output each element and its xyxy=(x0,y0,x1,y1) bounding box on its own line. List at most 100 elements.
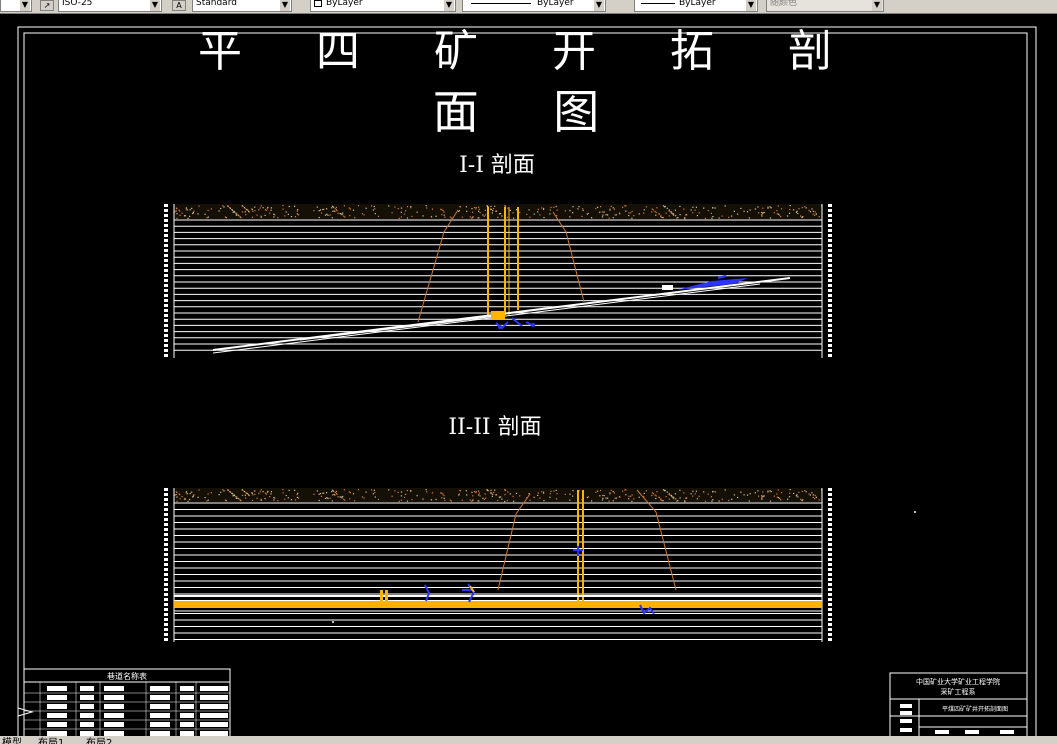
soil-dot xyxy=(776,213,778,215)
soil-dot xyxy=(553,206,555,208)
soil-dot xyxy=(569,210,571,212)
side-tick xyxy=(164,334,168,337)
side-tick xyxy=(828,523,832,526)
soil-dot xyxy=(458,494,460,496)
table-cell xyxy=(104,686,124,691)
section1-profile xyxy=(164,204,832,358)
side-tick xyxy=(828,503,832,506)
soil-dot xyxy=(595,207,597,210)
soil-dot xyxy=(769,500,772,502)
soil-dot xyxy=(769,490,771,492)
soil-dot xyxy=(316,490,318,492)
section2-feature xyxy=(385,590,388,602)
soil-dot xyxy=(335,206,337,209)
table-cell xyxy=(180,713,194,718)
soil-dot xyxy=(711,500,713,502)
soil-dot xyxy=(469,216,471,218)
dimstyle-dropdown[interactable]: ISO-25 ▼ xyxy=(58,0,162,12)
soil-dot xyxy=(607,214,609,216)
soil-dot xyxy=(266,208,269,210)
lineweight-dropdown[interactable]: ByLayer ▼ xyxy=(634,0,758,12)
side-tick xyxy=(828,324,832,327)
soil-dot xyxy=(643,212,645,214)
textstyle-dropdown[interactable]: Standard ▼ xyxy=(192,0,292,12)
side-tick xyxy=(164,543,168,546)
soil-dot xyxy=(654,210,656,213)
soil-dot xyxy=(398,500,400,502)
table-cell xyxy=(80,704,94,709)
soil-dot xyxy=(349,208,351,210)
soil-dot xyxy=(262,207,264,209)
soil-dot xyxy=(478,210,480,212)
soil-dot xyxy=(472,211,474,213)
linetype-dropdown[interactable]: ByLayer ▼ xyxy=(462,0,606,12)
soil-dot xyxy=(394,490,396,492)
soil-dot xyxy=(671,496,673,498)
soil-dot xyxy=(400,207,403,209)
soil-dot xyxy=(294,499,297,501)
soil-dot xyxy=(550,206,552,209)
soil-dot xyxy=(509,493,511,495)
soil-dot xyxy=(290,216,293,218)
chevron-down-icon: ▼ xyxy=(150,0,160,11)
soil-dot xyxy=(677,217,679,219)
toolbar-dropdown-partial[interactable]: ▼ xyxy=(0,0,32,12)
soil-dot xyxy=(232,495,234,497)
soil-dot xyxy=(333,210,335,212)
soil-dot xyxy=(569,493,571,495)
soil-dot xyxy=(595,491,597,493)
soil-dot xyxy=(556,493,558,495)
soil-dot xyxy=(284,215,286,217)
soil-dot xyxy=(661,499,663,502)
soil-dot xyxy=(809,211,811,213)
soil-dot xyxy=(478,208,480,210)
soil-dot xyxy=(248,494,250,497)
soil-dot xyxy=(619,213,621,215)
soil-dot xyxy=(469,499,471,501)
soil-dot xyxy=(475,492,477,494)
side-tick xyxy=(164,583,168,586)
soil-dot xyxy=(672,213,674,215)
soil-dot xyxy=(443,214,445,216)
dimension-style-icon[interactable]: ↗ xyxy=(40,0,54,11)
side-tick xyxy=(164,204,168,207)
soil-dot xyxy=(198,489,200,491)
soil-dot xyxy=(269,212,271,214)
soil-dot xyxy=(743,210,745,212)
soil-dot xyxy=(269,496,271,498)
layout-tab-layout1[interactable]: 布局1 xyxy=(38,736,64,744)
layer-color-dropdown[interactable]: ByLayer ▼ xyxy=(310,0,456,12)
soil-dot xyxy=(282,208,284,210)
side-tick xyxy=(828,588,832,591)
soil-dot xyxy=(761,211,763,214)
soil-dot xyxy=(506,216,508,218)
soil-dot xyxy=(679,205,681,207)
soil-dot xyxy=(655,214,657,216)
soil-dot xyxy=(556,498,558,500)
side-tick xyxy=(164,284,168,287)
soil-dot xyxy=(318,499,320,502)
plotstyle-dropdown[interactable]: 随颜色 ▼ xyxy=(766,0,884,12)
layout-tab-model[interactable]: 模型 xyxy=(2,736,22,744)
side-tick xyxy=(828,538,832,541)
section1-fault-left xyxy=(417,209,459,323)
soil-dot xyxy=(472,495,474,497)
soil-dot xyxy=(189,492,191,495)
soil-dot xyxy=(259,491,261,493)
drawing-canvas[interactable]: 平 四 矿 开 拓 剖 面 图 I-I 剖面 II-II 剖面 巷道名称表 中国… xyxy=(0,14,1057,736)
side-tick xyxy=(828,593,832,596)
soil-dot xyxy=(698,212,700,214)
soil-dot xyxy=(609,493,611,495)
soil-dot xyxy=(675,215,677,217)
soil-dot xyxy=(711,217,713,219)
side-tick xyxy=(164,264,168,267)
soil-dot xyxy=(210,492,212,494)
layout-tab-layout2[interactable]: 布局2 xyxy=(86,736,112,744)
soil-dot xyxy=(466,494,468,496)
side-tick xyxy=(828,239,832,242)
side-tick xyxy=(828,334,832,337)
text-style-icon[interactable]: A xyxy=(172,0,186,11)
soil-dot xyxy=(192,212,194,215)
soil-dot xyxy=(490,489,492,491)
side-tick xyxy=(828,354,832,357)
